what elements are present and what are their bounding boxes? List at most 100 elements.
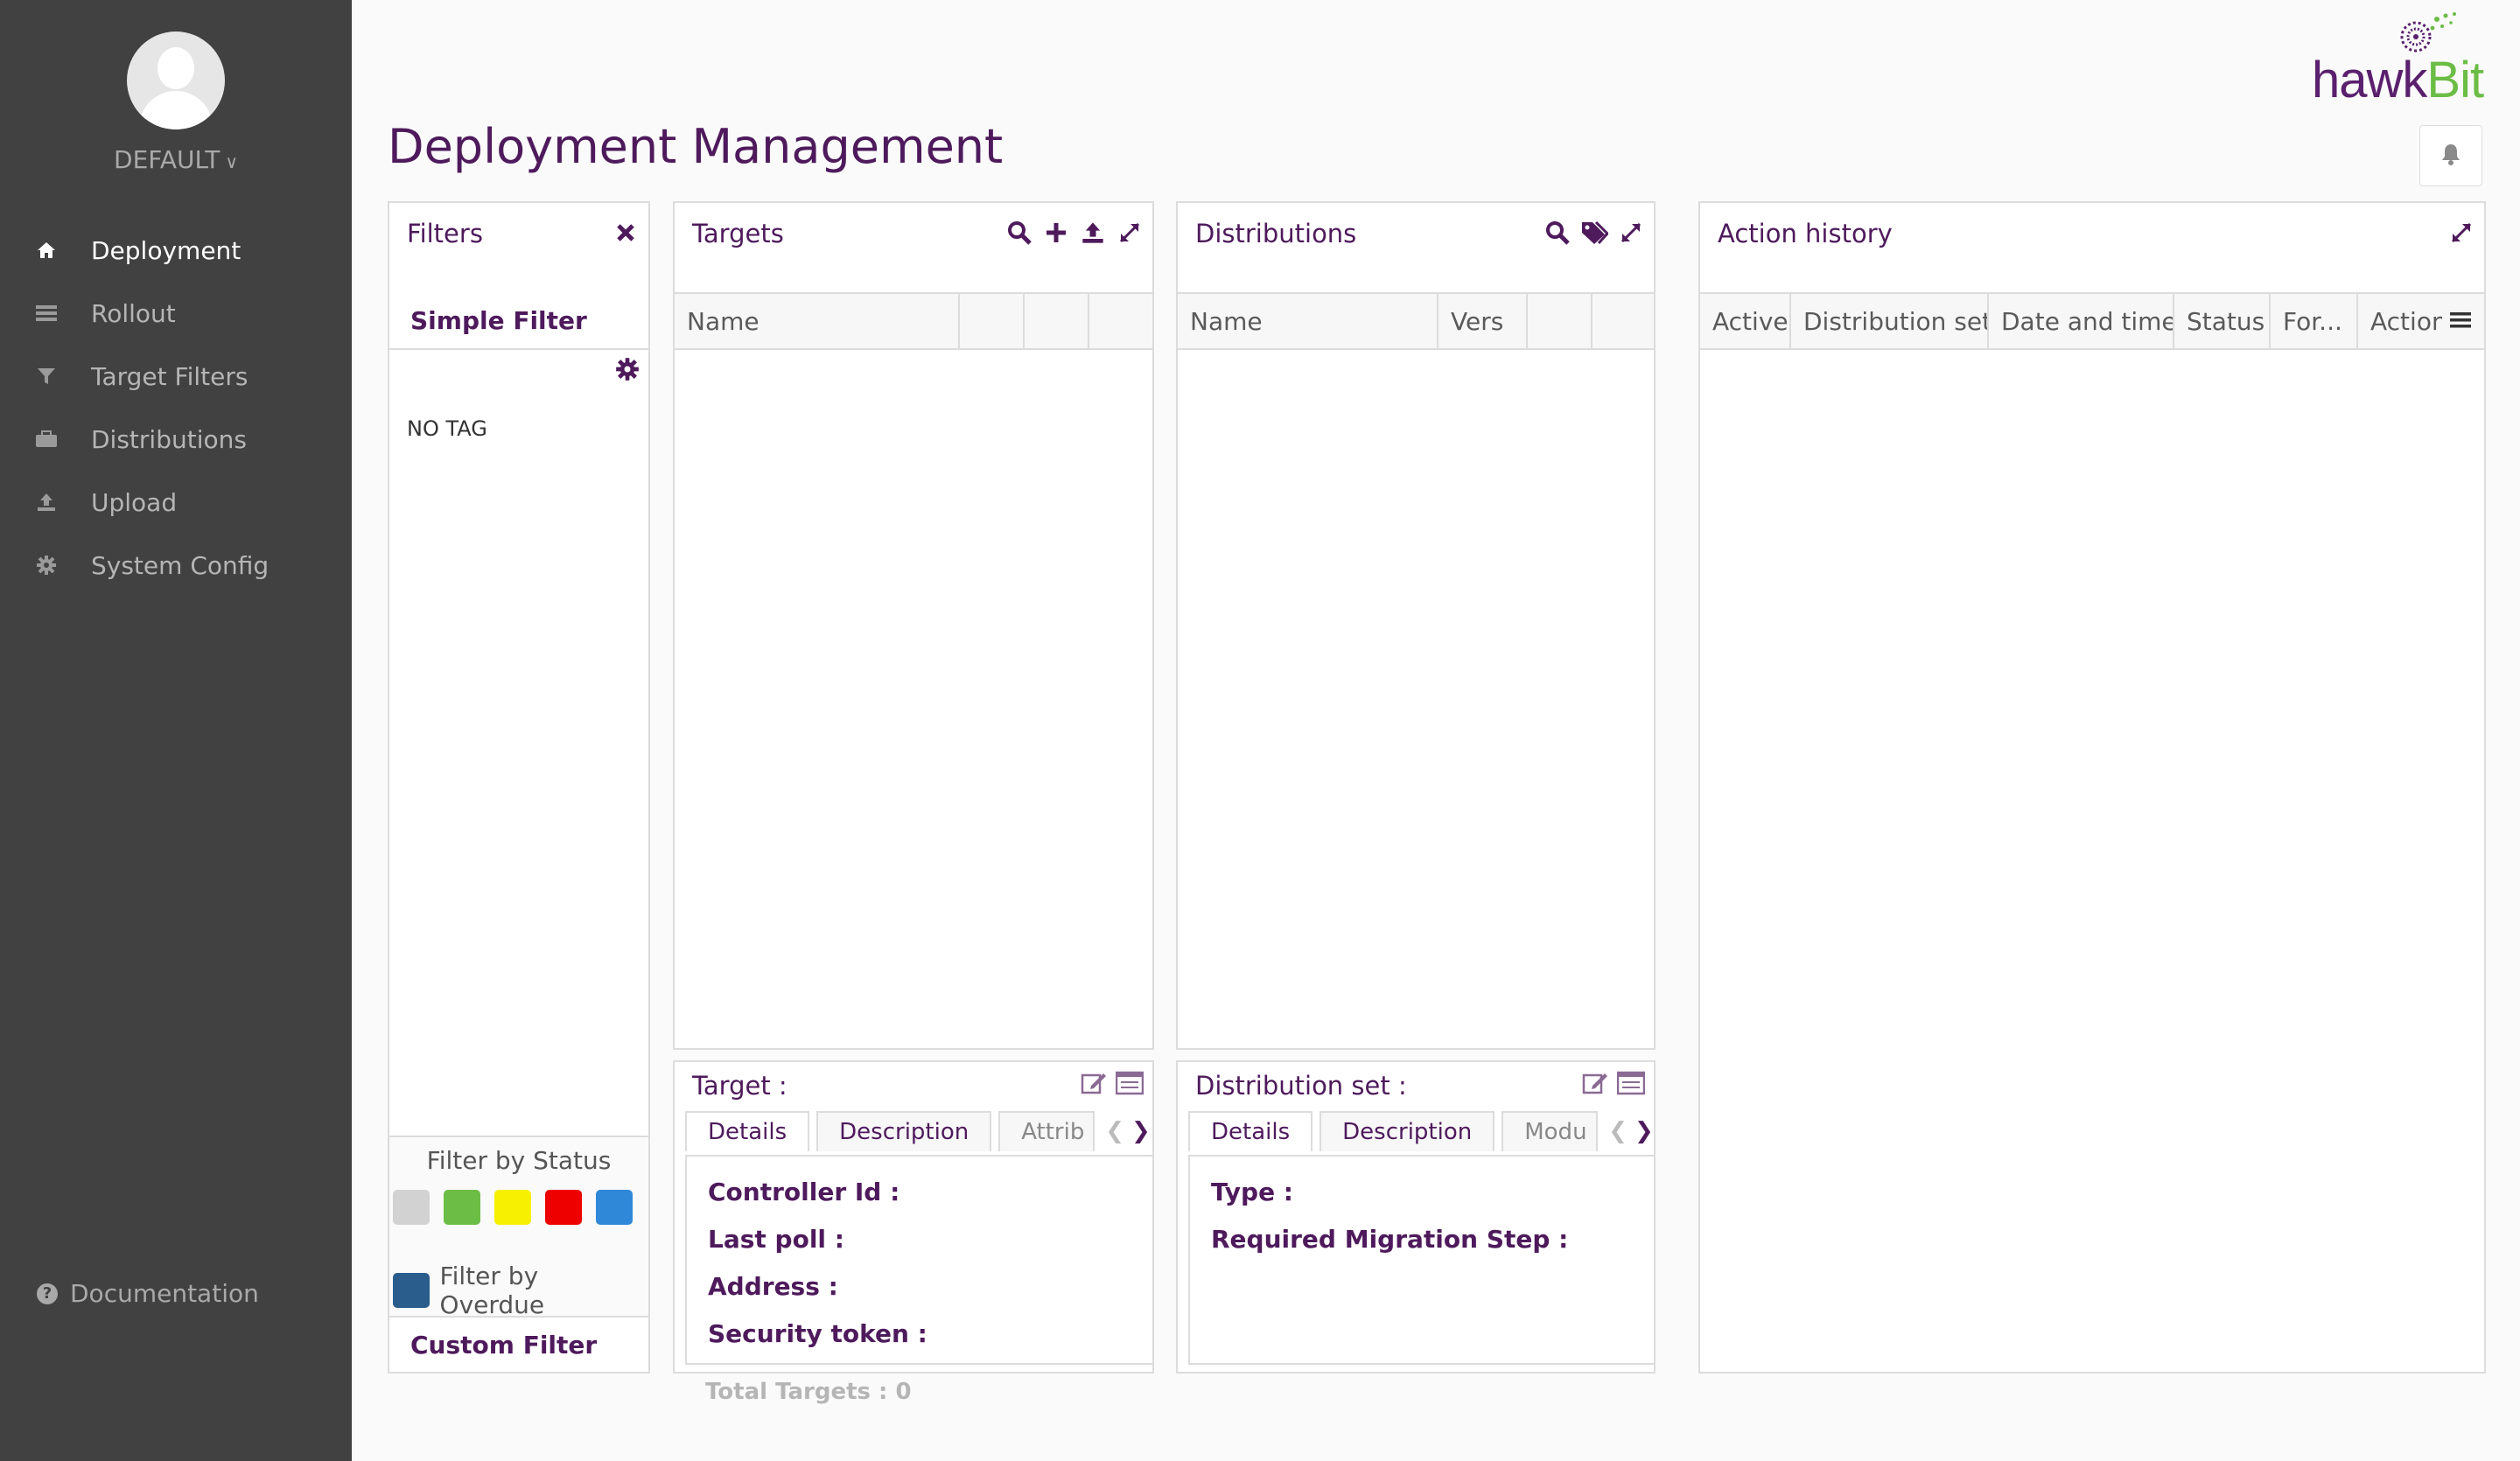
- targets-panel: Targets Name: [673, 201, 1154, 1050]
- sidebar-item-label: System Config: [91, 550, 270, 580]
- column-header-name[interactable]: Name: [1178, 294, 1438, 348]
- tab-details[interactable]: Details: [685, 1111, 810, 1151]
- help-icon: ?: [37, 1283, 58, 1304]
- distributions-toolbar: [1544, 217, 1645, 248]
- avatar[interactable]: [127, 31, 225, 129]
- distribution-details-title: Distribution set :: [1195, 1071, 1407, 1101]
- column-header[interactable]: [1025, 294, 1089, 348]
- upload-icon[interactable]: [1079, 217, 1107, 248]
- tab-description[interactable]: Description: [1320, 1111, 1495, 1151]
- edit-icon[interactable]: [1081, 1071, 1107, 1099]
- simple-filter-tab[interactable]: Simple Filter: [389, 292, 648, 350]
- maximize-icon[interactable]: [2447, 217, 2475, 248]
- user-name[interactable]: DEFAULT: [114, 145, 220, 174]
- distributions-title: Distributions: [1195, 219, 1357, 248]
- list-icon: [35, 304, 58, 322]
- targets-grid-header: Name: [675, 292, 1152, 350]
- close-icon[interactable]: [612, 217, 640, 248]
- search-icon[interactable]: [1005, 217, 1033, 248]
- gear-icon: [35, 555, 58, 576]
- sidebar-item-system-config[interactable]: System Config: [0, 534, 352, 597]
- details-list-icon[interactable]: [1616, 1071, 1646, 1099]
- status-unknown-button[interactable]: [393, 1190, 430, 1225]
- edit-icon[interactable]: [1582, 1071, 1608, 1099]
- field-security-token: Security token :: [708, 1319, 928, 1348]
- chevron-left-icon[interactable]: ❮: [1105, 1118, 1124, 1144]
- target-details-title: Target :: [692, 1071, 788, 1101]
- distributions-panel: Distributions Name Vers: [1176, 201, 1656, 1050]
- column-header-actions[interactable]: Actions: [2358, 294, 2442, 348]
- sidebar-item-label: Upload: [91, 487, 178, 517]
- status-registered-button[interactable]: [596, 1190, 633, 1225]
- tab-scroll: ❮ ❯: [1105, 1111, 1151, 1151]
- field-type: Type :: [1211, 1178, 1294, 1206]
- hawkbit-logo: hawkBit: [2310, 9, 2511, 108]
- column-header-date-time[interactable]: Date and time: [1989, 294, 2174, 348]
- sidebar-item-label: Distributions: [91, 424, 247, 454]
- tags-icon[interactable]: [1580, 217, 1608, 248]
- column-header-version[interactable]: Vers: [1438, 294, 1528, 348]
- sidebar-item-rollout[interactable]: Rollout: [0, 282, 352, 345]
- chevron-down-icon[interactable]: ∨: [225, 151, 238, 172]
- filters-title: Filters: [407, 219, 483, 248]
- status-in-sync-button[interactable]: [444, 1190, 480, 1225]
- maximize-icon[interactable]: [1617, 217, 1645, 248]
- column-header-active[interactable]: Active: [1700, 294, 1791, 348]
- overdue-swatch[interactable]: [393, 1273, 430, 1308]
- distribution-details-toolbar: [1582, 1071, 1646, 1099]
- tab-description[interactable]: Description: [816, 1111, 992, 1151]
- search-icon[interactable]: [1544, 217, 1572, 248]
- action-history-panel: Action history Active Distribution set D…: [1698, 201, 2486, 1374]
- field-last-poll: Last poll :: [708, 1225, 844, 1254]
- sidebar-item-label: Rollout: [91, 298, 176, 328]
- custom-filter-tab[interactable]: Custom Filter: [389, 1316, 648, 1372]
- column-header-name[interactable]: Name: [675, 294, 960, 348]
- action-history-title: Action history: [1718, 219, 1893, 248]
- tab-details[interactable]: Details: [1188, 1111, 1313, 1151]
- column-header[interactable]: [1089, 294, 1152, 348]
- column-header[interactable]: [960, 294, 1025, 348]
- target-details-panel: Target : Details Description Attrib ❮ ❯ …: [673, 1060, 1154, 1374]
- field-required-migration-step: Required Migration Step :: [1211, 1225, 1569, 1254]
- tab-modules[interactable]: Modu: [1502, 1111, 1599, 1151]
- column-header[interactable]: [1528, 294, 1592, 348]
- action-history-toolbar: [2447, 217, 2475, 248]
- user-menu[interactable]: DEFAULT ∨: [0, 145, 352, 174]
- column-header-distribution-set[interactable]: Distribution set: [1791, 294, 1989, 348]
- column-header[interactable]: [1592, 294, 1654, 348]
- filter-by-overdue[interactable]: Filter by Overdue: [393, 1262, 648, 1319]
- sidebar-item-upload[interactable]: Upload: [0, 471, 352, 534]
- maximize-icon[interactable]: [1116, 217, 1144, 248]
- add-icon[interactable]: [1042, 217, 1070, 248]
- documentation-link[interactable]: ? Documentation: [37, 1279, 259, 1308]
- page-title: Deployment Management: [388, 119, 1004, 174]
- chevron-left-icon[interactable]: ❮: [1608, 1118, 1628, 1144]
- distributions-grid-header: Name Vers: [1178, 292, 1654, 350]
- column-header-forced[interactable]: For...: [2271, 294, 2358, 348]
- tag-no-tag[interactable]: NO TAG: [407, 416, 487, 441]
- sidebar-item-deployment[interactable]: Deployment: [0, 219, 352, 282]
- status-error-button[interactable]: [545, 1190, 582, 1225]
- filters-toolbar: [612, 217, 640, 248]
- chevron-right-icon[interactable]: ❯: [1634, 1118, 1654, 1144]
- sidebar-item-target-filters[interactable]: Target Filters: [0, 345, 352, 408]
- sidebar-nav: Deployment Rollout Target Filters Distri…: [0, 219, 352, 597]
- column-header-status[interactable]: Status: [2174, 294, 2271, 348]
- distribution-details-tabs: Details Description Modu ❮ ❯: [1188, 1111, 1654, 1151]
- notification-button[interactable]: [2419, 125, 2482, 186]
- column-menu-button[interactable]: [2442, 294, 2482, 348]
- sidebar-item-label: Deployment: [91, 235, 242, 265]
- logo-text-bit: Bit: [2426, 52, 2484, 108]
- bell-icon: [2440, 143, 2461, 169]
- status-pending-button[interactable]: [494, 1190, 531, 1225]
- total-targets-count: Total Targets : 0: [705, 1379, 912, 1405]
- filter-by-overdue-label: Filter by Overdue: [439, 1262, 545, 1319]
- details-list-icon[interactable]: [1115, 1071, 1144, 1099]
- tab-attributes[interactable]: Attrib: [998, 1111, 1096, 1151]
- chevron-right-icon[interactable]: ❯: [1131, 1118, 1151, 1144]
- documentation-label: Documentation: [70, 1279, 259, 1308]
- distribution-details-panel: Distribution set : Details Description M…: [1176, 1060, 1656, 1374]
- sidebar-item-distributions[interactable]: Distributions: [0, 408, 352, 471]
- filter-by-status-title: Filter by Status: [426, 1146, 612, 1175]
- gear-icon[interactable]: [615, 357, 640, 385]
